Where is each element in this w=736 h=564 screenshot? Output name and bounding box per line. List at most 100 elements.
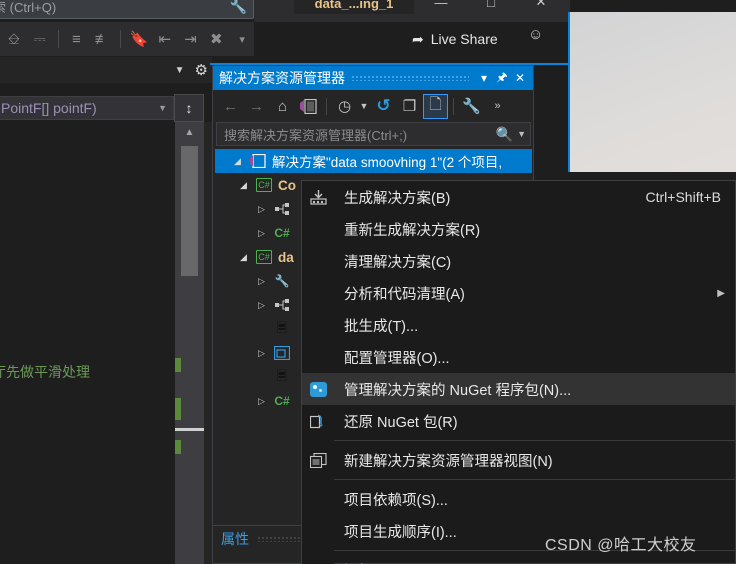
account-icon[interactable]: ☺ — [528, 26, 543, 43]
expander-open-icon[interactable]: ◢ — [231, 156, 244, 167]
magnifier-icon[interactable]: 🔍 — [496, 126, 513, 143]
refresh-icon[interactable]: ↺ — [371, 94, 396, 119]
expander-closed-icon[interactable]: ▷ — [255, 348, 268, 359]
expander-closed-icon[interactable]: ▷ — [255, 276, 268, 287]
solution-explorer-search-input[interactable]: 搜索解决方案资源管理器(Ctrl+;) 🔍 ▼ — [216, 122, 531, 146]
forward-icon[interactable]: → — [244, 94, 269, 119]
next-bookmark-icon[interactable]: ⇥ — [179, 26, 203, 52]
menu-item-restore-nuget-packages[interactable]: 还原 NuGet 包(R) — [302, 405, 735, 437]
code-editor[interactable]: 厅先做平滑处理 — [0, 122, 175, 564]
clear-bookmarks-icon[interactable]: ✖ — [204, 26, 228, 52]
scrollbar-thumb[interactable] — [181, 146, 198, 276]
toolbar-separator — [453, 97, 454, 115]
back-icon[interactable]: ← — [218, 94, 243, 119]
menu-item-label: 项目生成顺序(I)... — [344, 524, 457, 541]
toolbar-overflow-icon[interactable]: » — [485, 94, 510, 119]
menu-item-clean-solution[interactable]: 清理解决方案(C) — [302, 245, 735, 277]
properties-icon[interactable]: 🔧 — [459, 94, 484, 119]
tree-item-label: 解决方案"data smoovhing 1"(2 个项目, — [272, 155, 503, 170]
expander-open-icon[interactable]: ◢ — [237, 180, 250, 191]
toggle-bookmark-icon[interactable]: 🔖 — [127, 26, 151, 52]
tree-item-label: Co — [278, 177, 296, 193]
member-dropdown[interactable]: PointF[] pointF) ▼ — [0, 96, 174, 120]
menu-icon-placeholder — [302, 245, 334, 277]
close-icon[interactable]: ✕ — [516, 0, 566, 14]
switch-views-icon[interactable] — [296, 94, 321, 119]
show-all-files-icon[interactable]: 🗋 — [423, 93, 448, 119]
editor-vertical-scrollbar[interactable]: ▲ — [175, 122, 204, 564]
member-dropdown-value: PointF[] pointF) — [1, 100, 97, 116]
comment-selection-icon[interactable]: ⎒ — [2, 26, 26, 52]
split-window-icon[interactable]: ↕ — [174, 94, 204, 122]
chevron-down-icon[interactable]: ▼ — [175, 65, 185, 76]
tree-item-solution[interactable]: ◢ 解决方案"data smoovhing 1"(2 个项目, — [215, 149, 532, 173]
expander-closed-icon[interactable]: ▷ — [255, 204, 268, 215]
chevron-down-icon[interactable]: ▾ — [475, 67, 493, 89]
expander-closed-icon[interactable]: ▷ — [255, 228, 268, 239]
menu-item-label: 批生成(T)... — [344, 318, 419, 335]
scroll-change-marker — [175, 398, 181, 420]
menu-item-rebuild-solution[interactable]: 重新生成解决方案(R) — [302, 213, 735, 245]
toolbar-overflow-icon[interactable]: ▾ — [230, 26, 254, 52]
menu-item-label: 生成解决方案(B) — [344, 190, 451, 207]
drag-dots — [351, 75, 469, 81]
menu-separator — [334, 479, 735, 480]
solution-icon — [249, 153, 267, 170]
expander-open-icon[interactable]: ◢ — [237, 252, 250, 263]
collapse-all-icon[interactable]: ❐ — [397, 94, 422, 119]
menu-item-analyze-code-cleanup[interactable]: 分析和代码清理(A) ▶ — [302, 277, 735, 309]
menu-item-manage-nuget-packages[interactable]: 管理解决方案的 NuGet 程序包(N)... — [302, 373, 735, 405]
expander-closed-icon[interactable]: ▷ — [255, 300, 268, 311]
home-icon[interactable]: ⌂ — [270, 94, 295, 119]
chevron-down-icon[interactable]: ▼ — [358, 94, 370, 119]
menu-item-label: 还原 NuGet 包(R) — [344, 414, 458, 431]
menu-icon-placeholder — [302, 277, 334, 309]
increase-indent-icon[interactable]: ≡ — [65, 26, 89, 52]
window-controls: — □ ✕ — [416, 0, 566, 14]
wrench-icon[interactable]: 🔧 — [230, 0, 247, 15]
expander-closed-icon[interactable]: ▷ — [255, 396, 268, 407]
csharp-file-icon: C# — [274, 394, 290, 408]
dependencies-icon — [273, 201, 291, 218]
wrench-icon: 🔧 — [274, 274, 290, 288]
menu-icon-placeholder — [302, 515, 334, 547]
document-tab[interactable]: data_...ing_1 — [294, 0, 414, 14]
pin-icon[interactable]: 🖈 — [493, 67, 511, 89]
live-share-button[interactable]: ➦ Live Share — [412, 24, 498, 54]
menu-icon-placeholder — [302, 309, 334, 341]
menu-item-configuration-manager[interactable]: 配置管理器(O)... — [302, 341, 735, 373]
menu-item-batch-build[interactable]: 批生成(T)... — [302, 309, 735, 341]
menu-item-new-solution-explorer-view[interactable]: 新建解决方案资源管理器视图(N) — [302, 444, 735, 476]
new-view-icon — [302, 444, 334, 476]
gear-icon[interactable]: ⚙ — [195, 61, 208, 79]
panel-title: 属性 — [221, 531, 249, 547]
editor-toolbar: ⎒ ⎓ ≡ ≢ 🔖 ⇤ ⇥ ✖ ▾ — [0, 22, 254, 56]
chevron-down-icon: ▼ — [158, 103, 167, 113]
live-share-label: Live Share — [430, 31, 498, 47]
code-comment-line: 厅先做平滑处理 — [0, 364, 90, 380]
scroll-up-icon[interactable]: ▲ — [175, 124, 204, 140]
scroll-viewport-indicator — [175, 428, 204, 431]
decrease-indent-icon[interactable]: ≢ — [90, 26, 114, 52]
search-placeholder: 搜索解决方案资源管理器(Ctrl+;) — [224, 127, 408, 143]
menu-item-label: 重新生成解决方案(R) — [344, 222, 481, 239]
chevron-down-icon[interactable]: ▼ — [517, 129, 526, 139]
menu-item-shortcut: Ctrl+Shift+B — [645, 189, 721, 205]
solution-explorer-title-bar[interactable]: 解决方案资源管理器 ▾ 🖈 ✕ — [213, 66, 533, 90]
quick-launch-search[interactable]: 索 (Ctrl+Q) 🔧 — [0, 0, 254, 19]
maximize-icon[interactable]: □ — [466, 0, 516, 14]
share-icon: ➦ — [412, 30, 424, 47]
pending-changes-icon[interactable]: ◷ — [332, 94, 357, 119]
menu-item-label: 新建解决方案资源管理器视图(N) — [344, 453, 553, 470]
minimize-icon[interactable]: — — [416, 0, 466, 14]
uncomment-selection-icon[interactable]: ⎓ — [28, 26, 52, 52]
csharp-project-icon: C# — [256, 250, 272, 264]
menu-item-label: 配置管理器(O)... — [344, 350, 450, 367]
menu-item-build-solution[interactable]: 生成解决方案(B) Ctrl+Shift+B — [302, 181, 735, 213]
menu-item-add[interactable]: 添加(D) ▶ — [302, 554, 735, 564]
close-icon[interactable]: ✕ — [511, 67, 529, 89]
document-tab-label: data_...ing_1 — [314, 0, 394, 11]
editor-combo-row: ▼ ⚙ — [0, 57, 212, 83]
menu-item-project-dependencies[interactable]: 项目依赖项(S)... — [302, 483, 735, 515]
previous-bookmark-icon[interactable]: ⇤ — [153, 26, 177, 52]
